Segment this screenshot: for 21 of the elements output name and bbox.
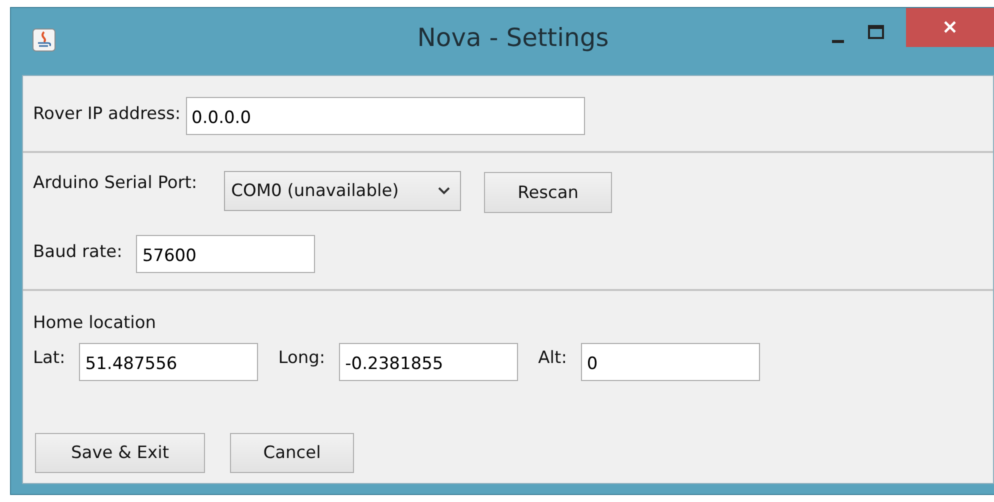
- field-label: Rover IP address:: [33, 104, 181, 124]
- field-label: Lat:: [33, 348, 66, 368]
- save-button[interactable]: Save & Exit: [35, 433, 205, 473]
- ip-address-field[interactable]: 0.0.0.0: [186, 96, 585, 134]
- field-label: Arduino Serial Port:: [33, 173, 198, 193]
- chevron-down-icon: [438, 187, 450, 195]
- window-title: Nova - Settings: [416, 23, 610, 52]
- baud-rate-field[interactable]: 57600: [136, 235, 316, 273]
- port-dropdown[interactable]: COM0 (unavailable): [224, 171, 462, 211]
- rescan-button[interactable]: Rescan: [484, 172, 612, 213]
- coordinate-field[interactable]: 0: [580, 343, 760, 381]
- field-label: Long:: [278, 348, 326, 368]
- app-icon[interactable]: [32, 28, 56, 52]
- section-heading: Home location: [33, 313, 156, 333]
- close-icon: [943, 20, 957, 34]
- coordinate-field[interactable]: 51.487556: [79, 343, 258, 381]
- field-label: Alt:: [538, 348, 567, 368]
- maximize-icon[interactable]: [866, 22, 886, 42]
- coordinate-field[interactable]: -0.2381855: [339, 343, 518, 381]
- field-label: Baud rate:: [33, 242, 122, 262]
- cancel-button[interactable]: Cancel: [230, 433, 354, 473]
